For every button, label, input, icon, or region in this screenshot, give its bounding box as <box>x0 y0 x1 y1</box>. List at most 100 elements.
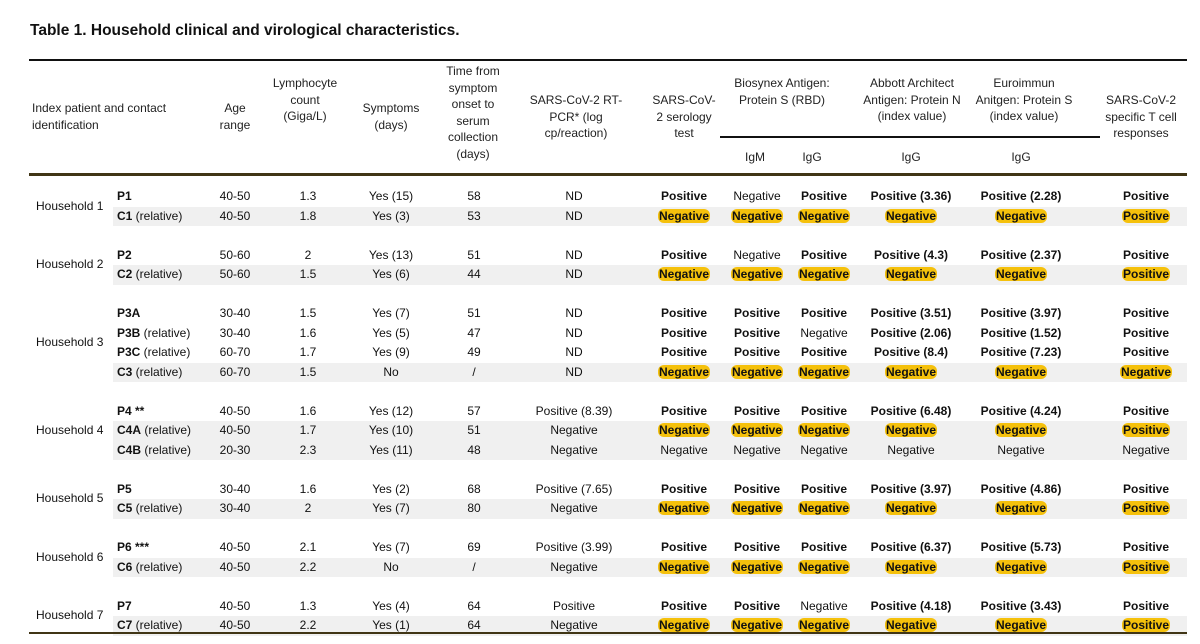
cell-pcr: Positive (3.99) <box>519 538 629 558</box>
cell-age: 30-40 <box>205 499 265 519</box>
cell-lymph: 1.5 <box>283 363 333 383</box>
cell-lymph: 2 <box>283 246 333 266</box>
participant-relation: (relative) <box>132 501 183 515</box>
cell-value: Positive <box>1121 559 1171 574</box>
cell-value: Positive <box>733 598 781 613</box>
cell-abbott: Positive (3.97) <box>856 480 966 500</box>
cell-time: 51 <box>449 304 499 324</box>
cell-value: Positive (8.4) <box>873 345 949 359</box>
cell-value: Negative <box>994 267 1048 281</box>
cell-value: 2.1 <box>299 540 317 554</box>
cell-value: 64 <box>467 618 481 632</box>
cell-value: 40-50 <box>219 540 251 554</box>
cell-value: 40-50 <box>219 423 251 437</box>
cell-euro: Negative <box>966 558 1076 578</box>
cell-igm: Negative <box>722 421 792 441</box>
participant-relation: (relative) <box>141 442 192 457</box>
cell-tcell: Positive <box>1106 246 1186 266</box>
cell-value: Positive <box>1121 618 1171 632</box>
cell-tcell: Positive <box>1106 265 1186 285</box>
cell-value: 2.2 <box>299 559 317 574</box>
cell-value: ND <box>565 208 583 223</box>
cell-value: Negative <box>730 364 784 379</box>
participant-code: P7 <box>117 598 132 613</box>
cell-abbott: Positive (6.48) <box>856 402 966 422</box>
cell-value: Yes (15) <box>368 189 414 203</box>
cell-abbott: Positive (8.4) <box>856 343 966 363</box>
participant-code: P3C <box>117 345 141 359</box>
cell-tcell: Positive <box>1106 343 1186 363</box>
header-biosynex-igg: IgG <box>802 150 822 164</box>
cell-value: Yes (7) <box>372 501 410 515</box>
cell-igm: Positive <box>722 304 792 324</box>
cell-value: Negative <box>657 208 711 223</box>
participant-relation: (relative) <box>141 423 192 437</box>
household-label: Household 4 <box>36 423 104 437</box>
participant-relation: (relative) <box>132 267 183 281</box>
cell-value: Positive <box>660 247 708 262</box>
household-label: Household 3 <box>36 335 104 350</box>
cell-euro: Negative <box>966 499 1076 519</box>
cell-symptoms: Yes (13) <box>351 246 431 266</box>
cell-value: ND <box>565 267 583 281</box>
cell-value: Negative <box>797 501 851 515</box>
cell-igm: Negative <box>722 441 792 461</box>
cell-age: 50-60 <box>205 246 265 266</box>
header-abbott: Abbott Architect Antigen: Protein N (ind… <box>863 76 961 123</box>
cell-euro: Positive (7.23) <box>966 343 1076 363</box>
cell-value: Positive (4.18) <box>870 598 952 613</box>
cell-igg: Negative <box>789 441 859 461</box>
cell-value: ND <box>565 325 583 340</box>
cell-symptoms: No <box>351 363 431 383</box>
cell-igg: Negative <box>789 499 859 519</box>
cell-euro: Positive (2.37) <box>966 246 1076 266</box>
participant-code: P4 ** <box>117 403 145 418</box>
cell-value: 1.7 <box>299 423 317 437</box>
cell-igm: Positive <box>722 343 792 363</box>
cell-value: 47 <box>467 325 481 340</box>
table-row: C3 (relative) 60-70 1.5 No / ND Negative Negati… <box>113 362 1187 383</box>
cell-value: Positive <box>660 481 708 496</box>
cell-value: Negative <box>730 501 784 515</box>
cell-tcell: Positive <box>1106 480 1186 500</box>
cell-abbott: Negative <box>856 363 966 383</box>
cell-value: Positive <box>1121 501 1171 515</box>
participant-relation: (relative) <box>132 364 183 379</box>
header-lymphocyte-count: Lymphocyte count (Giga/L) <box>272 76 338 123</box>
cell-value: 40-50 <box>219 189 251 203</box>
cell-value: Positive <box>1122 325 1170 340</box>
cell-time: 57 <box>449 402 499 422</box>
cell-age: 30-40 <box>205 324 265 344</box>
cell-value: 2 <box>304 501 312 515</box>
cell-value: 50-60 <box>219 267 251 281</box>
cell-serology: Positive <box>644 187 724 207</box>
participant-code: C4B <box>117 442 142 457</box>
participant-code: C2 <box>117 267 133 281</box>
cell-symptoms: Yes (2) <box>351 480 431 500</box>
cell-euro: Positive (4.24) <box>966 402 1076 422</box>
cell-value: 30-40 <box>219 481 251 496</box>
cell-pcr: ND <box>519 187 629 207</box>
cell-value: Positive (4.24) <box>980 403 1062 418</box>
cell-abbott: Positive (3.51) <box>856 304 966 324</box>
cell-value: Yes (12) <box>368 403 414 418</box>
cell-value: Yes (5) <box>372 325 410 340</box>
cell-abbott: Negative <box>856 499 966 519</box>
cell-lymph: 2.1 <box>283 538 333 558</box>
cell-value: Positive (6.48) <box>870 403 952 418</box>
cell-serology: Positive <box>644 304 724 324</box>
cell-value: Negative <box>800 325 848 340</box>
cell-value: 20-30 <box>219 442 251 457</box>
household-label: Household 7 <box>36 608 104 623</box>
cell-value: Negative <box>800 442 848 457</box>
cell-serology: Negative <box>644 265 724 285</box>
household-label: Household 1 <box>36 198 104 213</box>
cell-value: Positive <box>660 598 708 613</box>
cell-value: 1.6 <box>299 403 317 418</box>
cell-euro: Positive (4.86) <box>966 480 1076 500</box>
cell-value: Yes (10) <box>368 423 414 437</box>
cell-value: 40-50 <box>219 598 251 613</box>
cell-value: Positive (4.3) <box>873 247 949 262</box>
cell-time: 44 <box>449 265 499 285</box>
cell-value: 2 <box>304 247 312 262</box>
